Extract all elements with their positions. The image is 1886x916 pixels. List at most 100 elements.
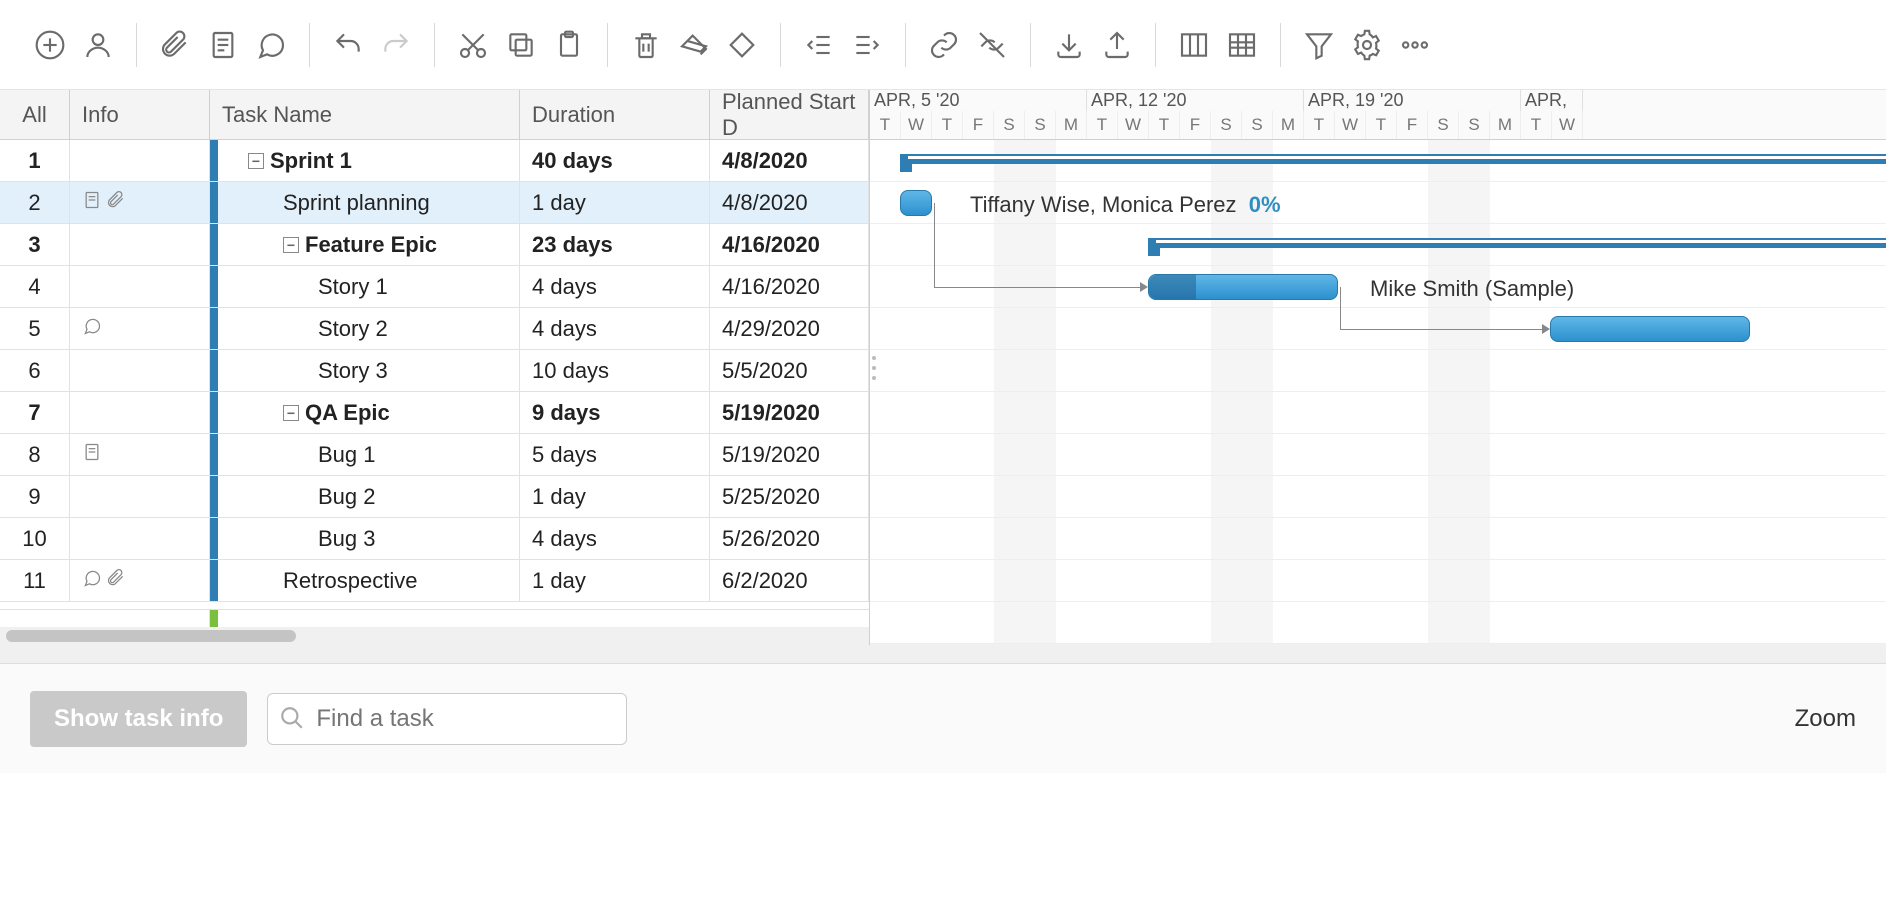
undo-icon[interactable] bbox=[328, 25, 368, 65]
start-cell[interactable]: 6/2/2020 bbox=[710, 560, 869, 601]
start-cell[interactable]: 4/8/2020 bbox=[710, 140, 869, 181]
task-row[interactable]: 6Story 310 days5/5/2020 bbox=[0, 350, 869, 392]
duration-cell[interactable]: 4 days bbox=[520, 518, 710, 559]
row-handle[interactable] bbox=[210, 392, 218, 433]
column-planned-start[interactable]: Planned Start D bbox=[710, 90, 869, 139]
row-handle[interactable] bbox=[210, 308, 218, 349]
task-row[interactable]: 9Bug 21 day5/25/2020 bbox=[0, 476, 869, 518]
task-row[interactable]: 3−Feature Epic23 days4/16/2020 bbox=[0, 224, 869, 266]
redo-icon[interactable] bbox=[376, 25, 416, 65]
assign-icon[interactable] bbox=[78, 25, 118, 65]
attach-icon[interactable] bbox=[155, 25, 195, 65]
row-handle[interactable] bbox=[210, 434, 218, 475]
column-all[interactable]: All bbox=[0, 90, 70, 139]
cut-icon[interactable] bbox=[453, 25, 493, 65]
import-icon[interactable] bbox=[1049, 25, 1089, 65]
task-name-cell[interactable]: −Feature Epic bbox=[218, 224, 520, 265]
outdent-icon[interactable] bbox=[799, 25, 839, 65]
task-row[interactable]: 8Bug 15 days5/19/2020 bbox=[0, 434, 869, 476]
task-name-cell[interactable]: Story 3 bbox=[218, 350, 520, 391]
filter-icon[interactable] bbox=[1299, 25, 1339, 65]
duration-cell[interactable]: 10 days bbox=[520, 350, 710, 391]
task-name-cell[interactable]: Retrospective bbox=[218, 560, 520, 601]
column-duration[interactable]: Duration bbox=[520, 90, 710, 139]
duration-cell[interactable]: 40 days bbox=[520, 140, 710, 181]
collapse-toggle[interactable]: − bbox=[248, 153, 264, 169]
task-name-cell[interactable]: Sprint planning bbox=[218, 182, 520, 223]
start-cell[interactable]: 5/19/2020 bbox=[710, 434, 869, 475]
grid-icon[interactable] bbox=[1222, 25, 1262, 65]
gantt-body[interactable]: Tiffany Wise, Monica Perez 0%Mike Smith … bbox=[870, 140, 1886, 644]
task-bar[interactable] bbox=[1550, 316, 1750, 342]
row-handle[interactable] bbox=[210, 560, 218, 601]
task-row[interactable]: 4Story 14 days4/16/2020 bbox=[0, 266, 869, 308]
task-name-cell[interactable]: Story 2 bbox=[218, 308, 520, 349]
task-name-cell[interactable]: −Sprint 1 bbox=[218, 140, 520, 181]
start-cell[interactable]: 5/5/2020 bbox=[710, 350, 869, 391]
start-cell[interactable]: 5/19/2020 bbox=[710, 392, 869, 433]
more-icon[interactable] bbox=[1395, 25, 1435, 65]
collapse-toggle[interactable]: − bbox=[283, 237, 299, 253]
row-handle[interactable] bbox=[210, 140, 218, 181]
duration-cell[interactable]: 5 days bbox=[520, 434, 710, 475]
start-cell[interactable]: 5/25/2020 bbox=[710, 476, 869, 517]
export-icon[interactable] bbox=[1097, 25, 1137, 65]
settings-icon[interactable] bbox=[1347, 25, 1387, 65]
start-cell[interactable]: 4/16/2020 bbox=[710, 224, 869, 265]
duration-cell[interactable]: 23 days bbox=[520, 224, 710, 265]
milestone-icon[interactable] bbox=[722, 25, 762, 65]
start-cell[interactable]: 4/16/2020 bbox=[710, 266, 869, 307]
duration-cell[interactable]: 9 days bbox=[520, 392, 710, 433]
collapse-toggle[interactable]: − bbox=[283, 405, 299, 421]
start-cell[interactable]: 5/26/2020 bbox=[710, 518, 869, 559]
task-bar[interactable] bbox=[900, 190, 932, 216]
copy-icon[interactable] bbox=[501, 25, 541, 65]
column-info[interactable]: Info bbox=[70, 90, 210, 139]
task-row[interactable]: 1−Sprint 140 days4/8/2020 bbox=[0, 140, 869, 182]
indent-icon[interactable] bbox=[847, 25, 887, 65]
grid-scrollbar[interactable] bbox=[0, 627, 869, 645]
task-name-cell[interactable]: Bug 2 bbox=[218, 476, 520, 517]
start-cell[interactable]: 4/29/2020 bbox=[710, 308, 869, 349]
columns-icon[interactable] bbox=[1174, 25, 1214, 65]
unlink-icon[interactable] bbox=[972, 25, 1012, 65]
day-header: S bbox=[1459, 111, 1490, 139]
row-handle[interactable] bbox=[210, 476, 218, 517]
clear-format-icon[interactable] bbox=[674, 25, 714, 65]
paste-icon[interactable] bbox=[549, 25, 589, 65]
duration-cell[interactable]: 1 day bbox=[520, 182, 710, 223]
duration-cell[interactable]: 4 days bbox=[520, 266, 710, 307]
summary-bar[interactable] bbox=[900, 154, 1886, 164]
gantt-scrollbar[interactable] bbox=[870, 644, 1886, 645]
task-name-cell[interactable]: Bug 3 bbox=[218, 518, 520, 559]
timeline-header: APR, 5 '20APR, 12 '20APR, 19 '20APR, TWT… bbox=[870, 90, 1886, 140]
task-name-cell[interactable]: −QA Epic bbox=[218, 392, 520, 433]
row-handle[interactable] bbox=[210, 266, 218, 307]
row-handle[interactable] bbox=[210, 224, 218, 265]
show-task-info-button[interactable]: Show task info bbox=[30, 691, 247, 747]
task-row[interactable]: 10Bug 34 days5/26/2020 bbox=[0, 518, 869, 560]
column-task-name[interactable]: Task Name bbox=[210, 90, 520, 139]
task-row[interactable]: 11Retrospective1 day6/2/2020 bbox=[0, 560, 869, 602]
task-row[interactable]: 7−QA Epic9 days5/19/2020 bbox=[0, 392, 869, 434]
find-task-input[interactable] bbox=[267, 693, 627, 745]
day-header: T bbox=[1366, 111, 1397, 139]
link-icon[interactable] bbox=[924, 25, 964, 65]
start-cell[interactable]: 4/8/2020 bbox=[710, 182, 869, 223]
task-name-cell[interactable]: Bug 1 bbox=[218, 434, 520, 475]
duration-cell[interactable]: 4 days bbox=[520, 308, 710, 349]
delete-icon[interactable] bbox=[626, 25, 666, 65]
duration-cell[interactable]: 1 day bbox=[520, 476, 710, 517]
comment-icon[interactable] bbox=[251, 25, 291, 65]
summary-bar[interactable] bbox=[1148, 238, 1886, 248]
row-handle[interactable] bbox=[210, 350, 218, 391]
row-handle[interactable] bbox=[210, 518, 218, 559]
note-icon[interactable] bbox=[203, 25, 243, 65]
task-bar[interactable] bbox=[1148, 274, 1338, 300]
duration-cell[interactable]: 1 day bbox=[520, 560, 710, 601]
add-icon[interactable] bbox=[30, 25, 70, 65]
row-handle[interactable] bbox=[210, 182, 218, 223]
task-row[interactable]: 2Sprint planning1 day4/8/2020 bbox=[0, 182, 869, 224]
task-name-cell[interactable]: Story 1 bbox=[218, 266, 520, 307]
task-row[interactable]: 5Story 24 days4/29/2020 bbox=[0, 308, 869, 350]
